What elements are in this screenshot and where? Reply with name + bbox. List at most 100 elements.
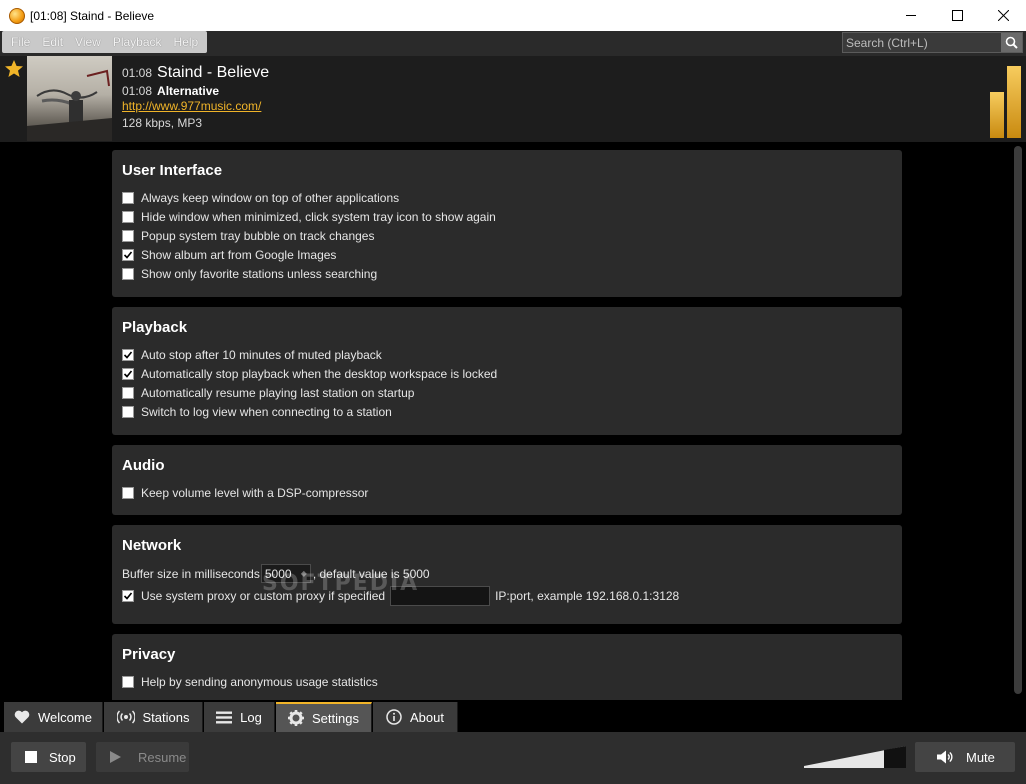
option-label: Always keep window on top of other appli… bbox=[141, 190, 400, 205]
checkbox[interactable] bbox=[122, 210, 134, 223]
resume-label: Resume bbox=[138, 749, 187, 765]
option-album-art[interactable]: Show album art from Google Images bbox=[122, 245, 902, 264]
option-proxy[interactable]: Use system proxy or custom proxy if spec… bbox=[122, 584, 902, 608]
gear-icon bbox=[288, 710, 304, 726]
tab-label: Welcome bbox=[38, 709, 92, 725]
bitrate-info: 128 kbps, MP3 bbox=[122, 116, 203, 130]
option-label: Hide window when minimized, click system… bbox=[141, 209, 496, 224]
resume-button[interactable]: Resume bbox=[96, 742, 189, 772]
option-switch-to-log[interactable]: Switch to log view when connecting to a … bbox=[122, 402, 902, 421]
proxy-input[interactable] bbox=[390, 586, 491, 606]
menu-playback[interactable]: Playback bbox=[107, 35, 168, 49]
station-genre: Alternative bbox=[157, 84, 220, 98]
control-bar: Stop Resume Mute bbox=[0, 732, 1026, 784]
option-label: Show only favorite stations unless searc… bbox=[141, 266, 378, 281]
window-title: [01:08] Staind - Believe bbox=[30, 8, 155, 23]
now-playing-panel: 01:08 Staind - Believe 01:08 Alternative… bbox=[0, 56, 1026, 142]
option-label: Use system proxy or custom proxy if spec… bbox=[141, 589, 386, 603]
info-icon bbox=[386, 709, 402, 725]
option-label: Show album art from Google Images bbox=[141, 247, 337, 262]
now-playing-info: 01:08 Staind - Believe 01:08 Alternative… bbox=[122, 64, 269, 130]
option-label: Switch to log view when connecting to a … bbox=[141, 404, 392, 419]
menu-view[interactable]: View bbox=[69, 35, 107, 49]
buffer-size-label: Buffer size in milliseconds bbox=[122, 566, 260, 581]
checkbox-checked[interactable] bbox=[122, 248, 134, 261]
buffer-size-input[interactable]: 5000 ◆ bbox=[260, 564, 311, 583]
option-stop-on-lock[interactable]: Automatically stop playback when the des… bbox=[122, 364, 902, 383]
checkbox[interactable] bbox=[122, 386, 134, 399]
tab-welcome[interactable]: Welcome bbox=[4, 702, 103, 732]
settings-content: User Interface Always keep window on top… bbox=[0, 142, 1026, 700]
tab-settings[interactable]: Settings bbox=[276, 702, 372, 732]
section-title: Audio bbox=[122, 457, 165, 474]
maximize-button[interactable] bbox=[934, 0, 980, 31]
option-label: Automatically resume playing last statio… bbox=[141, 385, 415, 400]
checkbox-checked[interactable] bbox=[122, 367, 134, 380]
menu-bar: File Edit View Playback Help bbox=[0, 31, 1026, 56]
menu-group: File Edit View Playback Help bbox=[2, 31, 208, 53]
section-title: User Interface bbox=[122, 162, 223, 179]
checkbox-checked[interactable] bbox=[122, 348, 134, 361]
search-input[interactable] bbox=[843, 33, 1001, 52]
section-privacy: Privacy Help by sending anonymous usage … bbox=[112, 634, 902, 700]
vertical-scrollbar[interactable] bbox=[1014, 146, 1022, 694]
checkbox[interactable] bbox=[122, 405, 134, 418]
close-icon bbox=[997, 10, 1009, 21]
tab-label: About bbox=[410, 709, 444, 725]
window-controls bbox=[888, 0, 1026, 31]
buffer-size-row: Buffer size in milliseconds 5000 ◆ , def… bbox=[122, 563, 902, 584]
broadcast-icon bbox=[116, 710, 135, 724]
section-user-interface: User Interface Always keep window on top… bbox=[112, 150, 902, 297]
checkbox[interactable] bbox=[122, 229, 134, 242]
station-url-link[interactable]: http://www.977music.com/ bbox=[122, 99, 261, 113]
option-dsp-compressor[interactable]: Keep volume level with a DSP-compressor bbox=[122, 483, 902, 502]
option-tray-bubble[interactable]: Popup system tray bubble on track change… bbox=[122, 226, 902, 245]
level-bar-left bbox=[990, 92, 1004, 138]
stop-icon bbox=[25, 751, 37, 763]
tab-label: Stations bbox=[142, 709, 190, 725]
option-usage-statistics[interactable]: Help by sending anonymous usage statisti… bbox=[122, 672, 902, 691]
tab-about[interactable]: About bbox=[373, 702, 458, 732]
menu-help[interactable]: Help bbox=[168, 35, 205, 49]
tab-stations[interactable]: Stations bbox=[104, 702, 203, 732]
checkbox-checked[interactable] bbox=[122, 590, 134, 602]
option-auto-stop-muted[interactable]: Auto stop after 10 minutes of muted play… bbox=[122, 345, 902, 364]
option-label: Keep volume level with a DSP-compressor bbox=[141, 485, 369, 500]
option-label: Automatically stop playback when the des… bbox=[141, 366, 498, 381]
speaker-icon bbox=[937, 750, 953, 764]
stop-button[interactable]: Stop bbox=[11, 742, 86, 772]
search-button[interactable] bbox=[1001, 33, 1022, 52]
option-hide-when-minimized[interactable]: Hide window when minimized, click system… bbox=[122, 207, 902, 226]
tab-bar: Welcome Stations Log Settings About bbox=[0, 700, 1026, 732]
menu-edit[interactable]: Edit bbox=[36, 35, 69, 49]
level-meter bbox=[990, 66, 1021, 138]
album-art bbox=[27, 56, 112, 141]
mute-button[interactable]: Mute bbox=[915, 742, 1015, 772]
station-row: 01:08 Alternative bbox=[122, 84, 269, 98]
stop-label: Stop bbox=[49, 749, 76, 765]
menu-file[interactable]: File bbox=[5, 35, 36, 49]
section-audio: Audio Keep volume level with a DSP-compr… bbox=[112, 445, 902, 515]
mute-label: Mute bbox=[966, 749, 995, 765]
spinner-icon[interactable]: ◆ bbox=[301, 569, 307, 578]
option-label: Help by sending anonymous usage statisti… bbox=[141, 674, 378, 689]
station-time: 01:08 bbox=[122, 84, 153, 98]
checkbox[interactable] bbox=[122, 191, 134, 204]
section-title: Network bbox=[122, 537, 182, 554]
tab-log[interactable]: Log bbox=[204, 702, 275, 732]
close-button[interactable] bbox=[980, 0, 1026, 31]
section-network: Network Buffer size in milliseconds 5000… bbox=[112, 525, 902, 624]
favorite-star-icon[interactable] bbox=[4, 59, 24, 79]
checkbox[interactable] bbox=[122, 675, 134, 688]
option-favorite-stations[interactable]: Show only favorite stations unless searc… bbox=[122, 264, 902, 283]
section-title: Playback bbox=[122, 319, 188, 336]
minimize-icon bbox=[905, 15, 916, 16]
option-always-on-top[interactable]: Always keep window on top of other appli… bbox=[122, 188, 902, 207]
minimize-button[interactable] bbox=[888, 0, 934, 31]
option-resume-last[interactable]: Automatically resume playing last statio… bbox=[122, 383, 902, 402]
checkbox[interactable] bbox=[122, 486, 134, 499]
volume-slider[interactable] bbox=[804, 746, 906, 768]
level-bar-right bbox=[1007, 66, 1021, 138]
checkbox[interactable] bbox=[122, 267, 134, 280]
section-title: Privacy bbox=[122, 646, 176, 663]
